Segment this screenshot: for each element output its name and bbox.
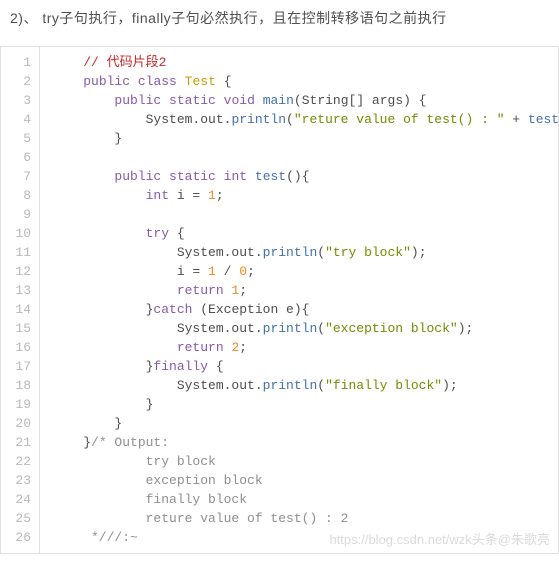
code-line: System.out.println("try block"); <box>52 243 558 262</box>
code-line: System.out.println("exception block"); <box>52 319 558 338</box>
code-line: return 1; <box>52 281 558 300</box>
line-number: 15 <box>1 319 31 338</box>
line-number: 24 <box>1 490 31 509</box>
code-line: System.out.println("finally block"); <box>52 376 558 395</box>
line-number: 8 <box>1 186 31 205</box>
code-line: System.out.println("reture value of test… <box>52 110 558 129</box>
line-number: 25 <box>1 509 31 528</box>
code-line <box>52 148 558 167</box>
line-number: 16 <box>1 338 31 357</box>
code-line: } <box>52 129 558 148</box>
line-number: 20 <box>1 414 31 433</box>
line-number: 17 <box>1 357 31 376</box>
line-number: 4 <box>1 110 31 129</box>
line-number: 21 <box>1 433 31 452</box>
code-line: }catch (Exception e){ <box>52 300 558 319</box>
line-number: 9 <box>1 205 31 224</box>
page-heading: 2)、 try子句执行，finally子句必然执行，且在控制转移语句之前执行 <box>10 0 549 36</box>
line-number: 5 <box>1 129 31 148</box>
code-line: finally block <box>52 490 558 509</box>
line-number: 26 <box>1 528 31 547</box>
line-number: 22 <box>1 452 31 471</box>
code-line: }/* Output: <box>52 433 558 452</box>
line-number: 14 <box>1 300 31 319</box>
code-line: } <box>52 395 558 414</box>
code-line: try block <box>52 452 558 471</box>
code-line: public static int test(){ <box>52 167 558 186</box>
code-line: int i = 1; <box>52 186 558 205</box>
line-gutter: 1234567891011121314151617181920212223242… <box>1 47 40 553</box>
line-number: 10 <box>1 224 31 243</box>
code-line: public static void main(String[] args) { <box>52 91 558 110</box>
code-block: 1234567891011121314151617181920212223242… <box>0 46 559 554</box>
line-number: 7 <box>1 167 31 186</box>
line-number: 18 <box>1 376 31 395</box>
line-number: 1 <box>1 53 31 72</box>
code-line: *///:~ <box>52 528 558 547</box>
line-number: 6 <box>1 148 31 167</box>
line-number: 19 <box>1 395 31 414</box>
code-line <box>52 205 558 224</box>
code-line: return 2; <box>52 338 558 357</box>
line-number: 23 <box>1 471 31 490</box>
code-line: } <box>52 414 558 433</box>
code-line: try { <box>52 224 558 243</box>
code-line: reture value of test() : 2 <box>52 509 558 528</box>
line-number: 2 <box>1 72 31 91</box>
line-number: 3 <box>1 91 31 110</box>
code-content: // 代码片段2 public class Test { public stat… <box>40 47 558 553</box>
line-number: 11 <box>1 243 31 262</box>
code-line: // 代码片段2 <box>52 53 558 72</box>
code-line: i = 1 / 0; <box>52 262 558 281</box>
line-number: 13 <box>1 281 31 300</box>
line-number: 12 <box>1 262 31 281</box>
code-line: public class Test { <box>52 72 558 91</box>
code-line: exception block <box>52 471 558 490</box>
code-line: }finally { <box>52 357 558 376</box>
